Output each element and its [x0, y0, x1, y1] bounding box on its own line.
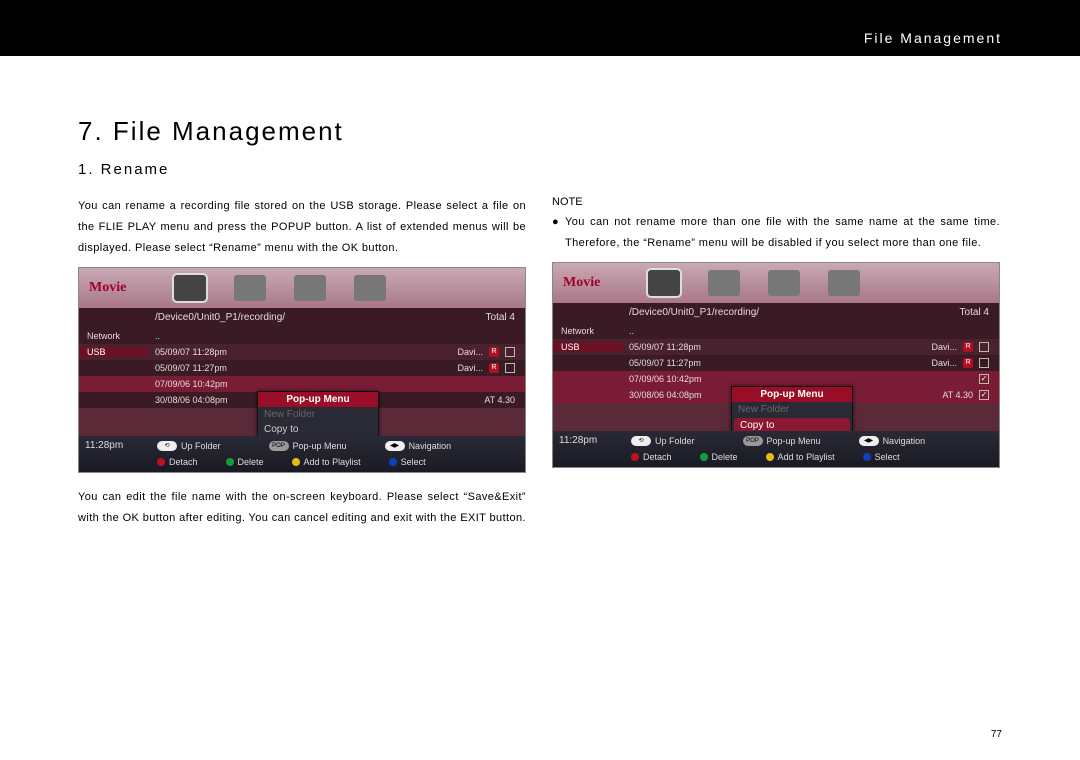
ss2-file3-name: AT 4.30	[942, 390, 973, 400]
page-number: 77	[991, 729, 1002, 740]
ss2-total: Total 4	[960, 307, 999, 318]
ss1-file0-ts: 05/09/07 11:28pm	[155, 347, 227, 357]
ss2-file3-ts: 30/08/06 04:08pm	[629, 390, 702, 400]
rec-badge-icon: R	[489, 347, 499, 357]
camera-icon	[648, 270, 680, 296]
ss2-tabbar: Movie	[553, 263, 999, 303]
popup-btn-icon: POP	[269, 441, 289, 451]
left-paragraph-2: You can edit the file name with the on-s…	[78, 487, 526, 529]
ss1-f-upfolder: Up Folder	[181, 441, 221, 451]
ss2-popup-title: Pop-up Menu	[732, 387, 852, 402]
rec-badge-icon: R	[963, 342, 973, 352]
ss2-file2-ts: 07/09/06 10:42pm	[629, 374, 702, 384]
ss1-movie-label: Movie	[89, 280, 126, 296]
green-dot-icon	[700, 453, 708, 461]
ss2-footer: 11:28pm ⟲ Up Folder POP Pop-up Menu ◀▶ Navi…	[553, 431, 999, 467]
popup-btn-icon: POP	[743, 436, 763, 446]
ss1-side-network: Network	[79, 331, 149, 341]
ss1-popup-newfolder: New Folder	[258, 407, 378, 422]
left-column: You can rename a recording file stored o…	[78, 196, 526, 536]
ss1-file0-name: Davi...	[457, 347, 483, 357]
blue-dot-icon	[863, 453, 871, 461]
ss2-f-upfolder: Up Folder	[655, 436, 695, 446]
ss1-side-usb: USB	[79, 347, 149, 357]
ss2-file0-ts: 05/09/07 11:28pm	[629, 342, 701, 352]
header-bar: File Management	[0, 0, 1080, 56]
ss1-popup-copyto: Copy to	[258, 422, 378, 437]
ss1-file1-ts: 05/09/07 11:27pm	[155, 363, 227, 373]
ss2-path: /Device0/Unit0_P1/recording/	[623, 307, 960, 318]
headphones-icon	[708, 270, 740, 296]
rec-badge-icon: R	[963, 358, 973, 368]
ss2-file0-name: Davi...	[931, 342, 957, 352]
image-icon	[294, 275, 326, 301]
nav-btn-icon: ◀▶	[859, 436, 879, 446]
ss2-movie-label: Movie	[563, 275, 600, 291]
left-paragraph-1: You can rename a recording file stored o…	[78, 196, 526, 259]
note-bullet-1: ● You can not rename more than one file …	[552, 212, 1000, 254]
ss1-file3-name: AT 4.30	[484, 395, 515, 405]
ss1-f-delete: Delete	[238, 457, 264, 467]
rec-badge-icon: R	[489, 363, 499, 373]
image-icon	[768, 270, 800, 296]
ss1-file3-ts: 30/08/06 04:08pm	[155, 395, 228, 405]
chapter-title: 7. File Management	[78, 116, 1002, 147]
ss1-f-addplaylist: Add to Playlist	[304, 457, 361, 467]
camera-icon	[174, 275, 206, 301]
ss1-total: Total 4	[486, 312, 525, 323]
green-dot-icon	[226, 458, 234, 466]
ss2-file3-check: ✓	[979, 390, 989, 400]
ss1-footer: 11:28pm ⟲ Up Folder POP Pop-up Menu ◀▶ Navi…	[79, 436, 525, 472]
ss1-file1-check	[505, 363, 515, 373]
back-btn-icon: ⟲	[157, 441, 177, 451]
red-dot-icon	[631, 453, 639, 461]
note-label: NOTE	[552, 196, 1000, 208]
ss1-time: 11:28pm	[85, 440, 149, 451]
ss1-path: /Device0/Unit0_P1/recording/	[149, 312, 486, 323]
ss2-side-network: Network	[553, 326, 623, 336]
section-title: 1. Rename	[78, 161, 1002, 178]
ss1-tabbar: Movie	[79, 268, 525, 308]
ss1-path-row: /Device0/Unit0_P1/recording/ Total 4	[79, 308, 525, 328]
ss2-f-detach: Detach	[643, 452, 672, 462]
ss1-file2-ts: 07/09/06 10:42pm	[155, 379, 228, 389]
ss1-popup-title: Pop-up Menu	[258, 392, 378, 407]
ss2-f-nav: Navigation	[883, 436, 926, 446]
ss2-f-select: Select	[875, 452, 900, 462]
ss1-f-nav: Navigation	[409, 441, 452, 451]
ss2-popup-newfolder: New Folder	[732, 402, 852, 417]
yellow-dot-icon	[292, 458, 300, 466]
ss2-time: 11:28pm	[559, 435, 623, 446]
red-dot-icon	[157, 458, 165, 466]
ss1-f-popup: Pop-up Menu	[293, 441, 347, 451]
ss2-f-popup: Pop-up Menu	[767, 436, 821, 446]
ss2-f-delete: Delete	[712, 452, 738, 462]
note-bullet-1-text: You can not rename more than one file wi…	[565, 212, 1000, 254]
ss2-side-usb: USB	[553, 342, 623, 352]
ss1-f-select: Select	[401, 457, 426, 467]
ss2-file0-check	[979, 342, 989, 352]
ss1-f-detach: Detach	[169, 457, 198, 467]
screenshot-rename-enabled: Movie /Device0/Unit0_P1/recording/ Total…	[78, 267, 526, 473]
ss2-file2-check: ✓	[979, 374, 989, 384]
back-btn-icon: ⟲	[631, 436, 651, 446]
screenshot-rename-disabled: Movie /Device0/Unit0_P1/recording/ Total…	[552, 262, 1000, 468]
camera2-icon	[828, 270, 860, 296]
right-column: NOTE ● You can not rename more than one …	[552, 196, 1000, 536]
ss2-file1-ts: 05/09/07 11:27pm	[629, 358, 701, 368]
headphones-icon	[234, 275, 266, 301]
blue-dot-icon	[389, 458, 397, 466]
yellow-dot-icon	[766, 453, 774, 461]
ss2-file1-name: Davi...	[931, 358, 957, 368]
ss1-file1-name: Davi...	[457, 363, 483, 373]
nav-btn-icon: ◀▶	[385, 441, 405, 451]
ss2-path-row: /Device0/Unit0_P1/recording/ Total 4	[553, 303, 999, 323]
camera2-icon	[354, 275, 386, 301]
header-section-title: File Management	[864, 30, 1002, 46]
ss1-file0-check	[505, 347, 515, 357]
ss2-f-addplaylist: Add to Playlist	[778, 452, 835, 462]
page-body: 7. File Management 1. Rename You can ren…	[0, 56, 1080, 536]
ss2-file1-check	[979, 358, 989, 368]
bullet-dot-icon: ●	[552, 212, 559, 254]
